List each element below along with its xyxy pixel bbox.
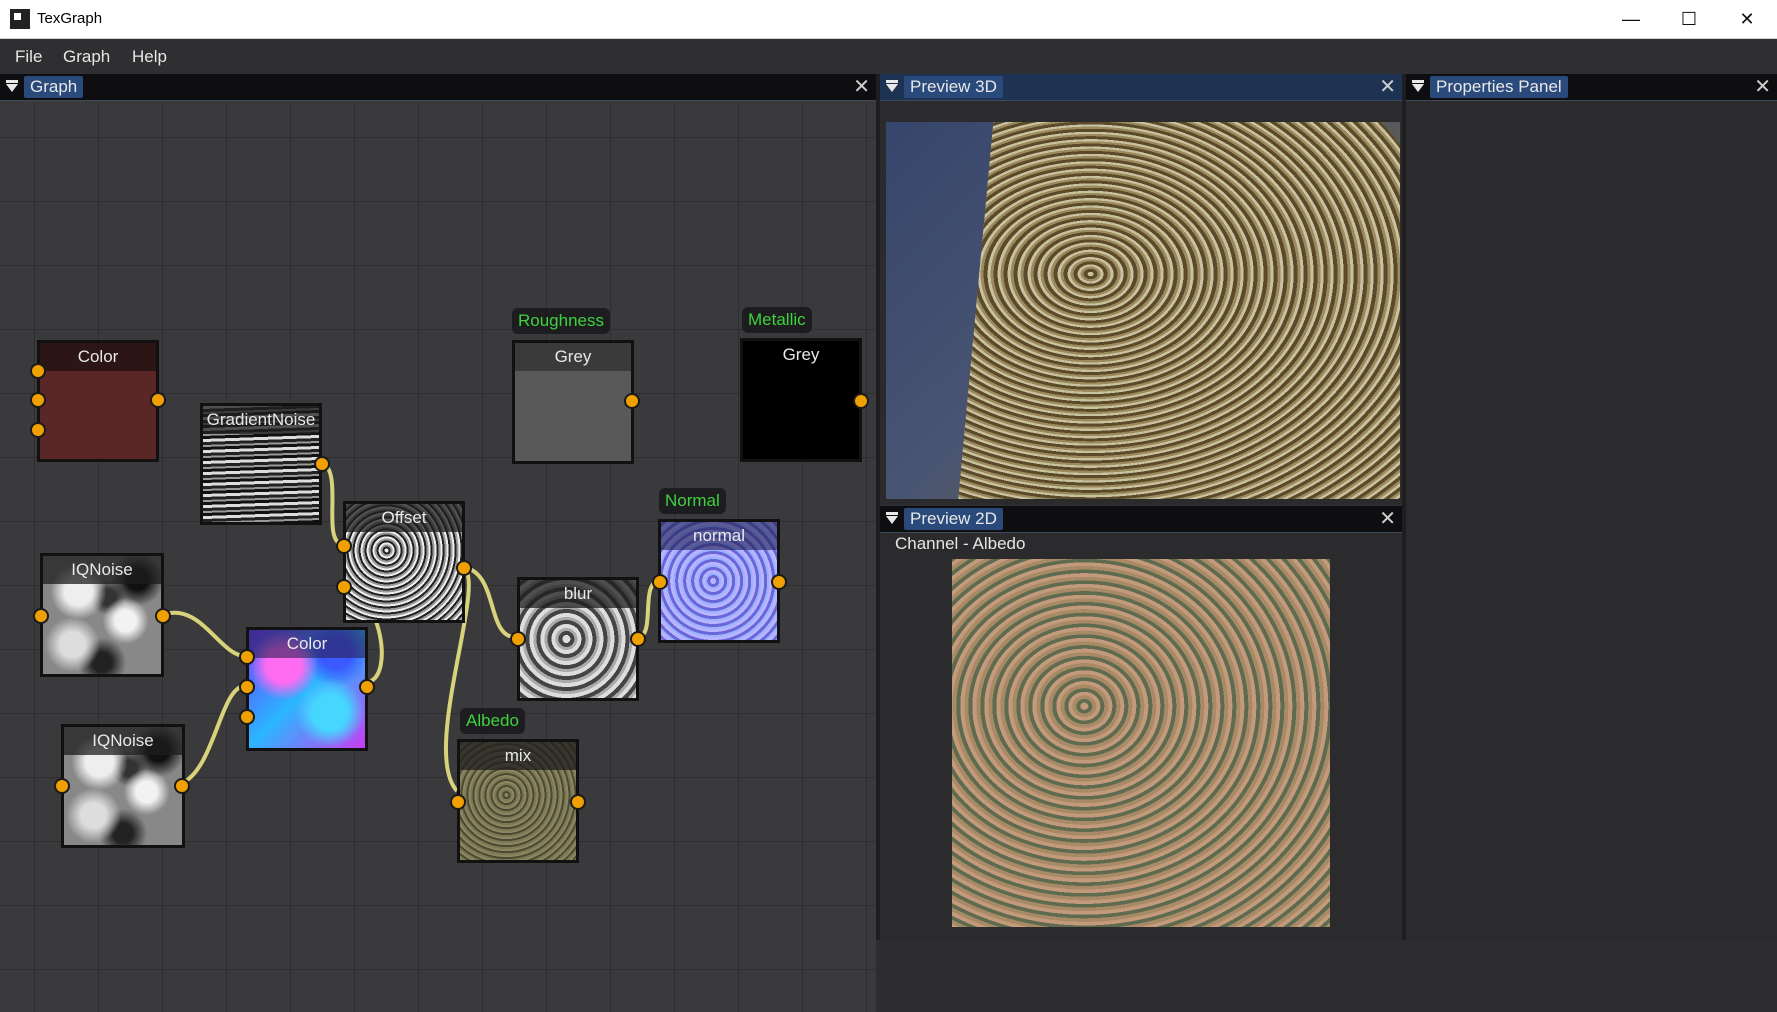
node-title: Grey (743, 341, 859, 369)
graph-panel-header: Graph ✕ (0, 74, 876, 101)
mix-node[interactable]: mix (457, 739, 579, 863)
input-pin[interactable] (510, 631, 526, 647)
output-label-albedo: Albedo (460, 708, 525, 734)
preview-2d-panel: Preview 2D ✕ Channel - Albedo (880, 506, 1402, 940)
preview-2d-close-icon[interactable]: ✕ (1379, 507, 1396, 531)
properties-close-icon[interactable]: ✕ (1754, 75, 1771, 99)
node-title: Color (40, 343, 156, 371)
grey-node-metallic[interactable]: Grey (740, 338, 862, 462)
preview-3d-close-icon[interactable]: ✕ (1379, 75, 1396, 99)
wire-gradient-offset (319, 460, 344, 547)
input-pin[interactable] (33, 608, 49, 624)
output-pin[interactable] (456, 560, 472, 576)
menu-bar: File Graph Help (0, 39, 1777, 74)
node-title: Offset (346, 504, 462, 532)
maximize-button[interactable]: ☐ (1660, 0, 1718, 38)
grey-node-roughness[interactable]: Grey (512, 340, 634, 464)
normal-node[interactable]: normal (658, 519, 780, 643)
collapse-triangle-icon[interactable] (886, 512, 898, 524)
tab-properties[interactable]: Properties Panel (1430, 76, 1568, 98)
graph-close-icon[interactable]: ✕ (853, 75, 870, 99)
output-pin[interactable] (570, 794, 586, 810)
channel-label: Channel - Albedo (895, 534, 1026, 553)
wire-iqnoise2-color2 (179, 684, 246, 786)
wire-offset-blur (461, 565, 519, 640)
output-pin[interactable] (624, 393, 640, 409)
output-pin[interactable] (771, 574, 787, 590)
menu-graph[interactable]: Graph (63, 47, 110, 67)
node-preview (515, 371, 631, 461)
output-pin[interactable] (150, 392, 166, 408)
iqnoise-node[interactable]: IQNoise (61, 724, 185, 848)
properties-panel: Properties Panel ✕ (1406, 74, 1777, 940)
input-pin[interactable] (336, 579, 352, 595)
color-node[interactable]: Color (37, 340, 159, 462)
output-pin[interactable] (359, 679, 375, 695)
input-pin[interactable] (239, 709, 255, 725)
output-pin[interactable] (314, 456, 330, 472)
textured-mesh (958, 122, 1400, 499)
properties-header: Properties Panel ✕ (1406, 74, 1777, 101)
app-icon (10, 9, 30, 29)
graph-panel: Graph ✕ Color GradientNoise IQNoise IQNo… (0, 74, 876, 1012)
tab-graph[interactable]: Graph (24, 76, 84, 98)
node-title: Grey (515, 343, 631, 371)
menu-help[interactable]: Help (132, 47, 167, 67)
color-node[interactable]: Color (246, 627, 368, 751)
node-title: IQNoise (43, 556, 161, 584)
output-label-roughness: Roughness (512, 308, 611, 334)
output-label-metallic: Metallic (742, 307, 812, 333)
window-title: TexGraph (37, 10, 103, 27)
node-title: normal (661, 522, 777, 550)
node-title: IQNoise (64, 727, 182, 755)
tab-preview-2d[interactable]: Preview 2D (904, 508, 1003, 530)
menu-file[interactable]: File (15, 47, 42, 67)
output-pin[interactable] (630, 631, 646, 647)
input-pin[interactable] (30, 392, 46, 408)
input-pin[interactable] (30, 422, 46, 438)
input-pin[interactable] (54, 778, 70, 794)
close-button[interactable]: ✕ (1718, 0, 1776, 38)
node-graph-canvas[interactable]: Color GradientNoise IQNoise IQNoise Colo… (0, 101, 876, 1012)
iqnoise-node[interactable]: IQNoise (40, 553, 164, 677)
node-preview (743, 369, 859, 459)
output-pin[interactable] (853, 393, 869, 409)
input-pin[interactable] (239, 649, 255, 665)
preview-2d-header: Preview 2D ✕ (880, 506, 1402, 533)
collapse-triangle-icon[interactable] (1412, 80, 1424, 92)
preview-3d-header: Preview 3D ✕ (880, 74, 1402, 101)
input-pin[interactable] (652, 574, 668, 590)
wire-iqnoise1-color2 (162, 610, 246, 658)
gradient-noise-node[interactable]: GradientNoise (200, 403, 322, 525)
node-title: mix (460, 742, 576, 770)
preview-3d-viewport[interactable] (886, 122, 1400, 499)
node-preview (40, 371, 156, 459)
minimize-button[interactable]: — (1602, 0, 1660, 38)
collapse-triangle-icon[interactable] (6, 80, 18, 92)
input-pin[interactable] (450, 794, 466, 810)
collapse-triangle-icon[interactable] (886, 80, 898, 92)
output-pin[interactable] (174, 778, 190, 794)
input-pin[interactable] (239, 679, 255, 695)
window-titlebar: TexGraph — ☐ ✕ (0, 0, 1777, 39)
output-label-normal: Normal (659, 488, 726, 514)
offset-node[interactable]: Offset (343, 501, 465, 623)
tab-preview-3d[interactable]: Preview 3D (904, 76, 1003, 98)
blur-node[interactable]: blur (517, 577, 639, 701)
output-pin[interactable] (155, 608, 171, 624)
preview-3d-panel: Preview 3D ✕ (880, 74, 1402, 504)
node-title: blur (520, 580, 636, 608)
node-title: GradientNoise (203, 406, 319, 434)
input-pin[interactable] (30, 363, 46, 379)
input-pin[interactable] (336, 538, 352, 554)
node-title: Color (249, 630, 365, 658)
preview-2d-image[interactable] (952, 559, 1330, 927)
